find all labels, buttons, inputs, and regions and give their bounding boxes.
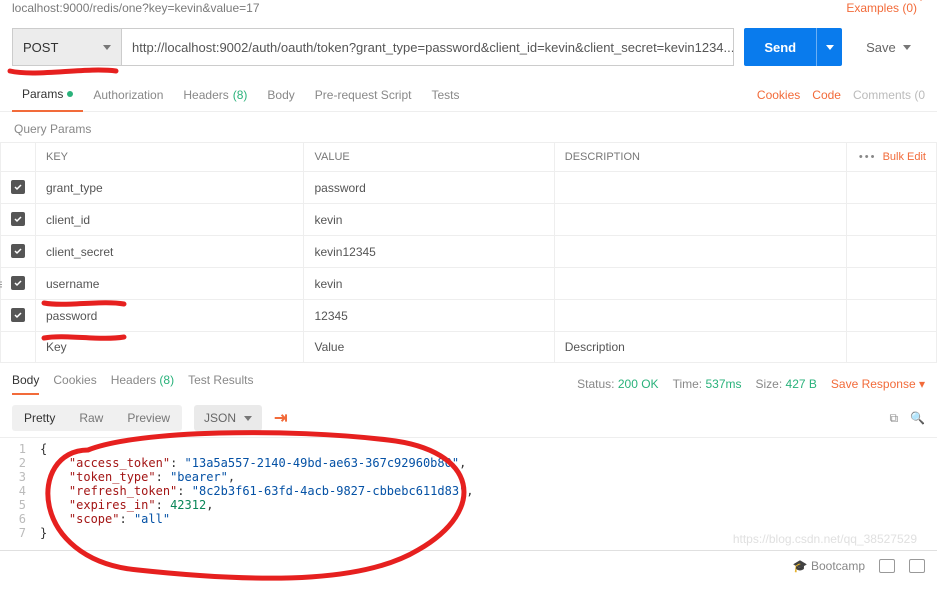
comments-link[interactable]: Comments (0 bbox=[853, 88, 925, 102]
tab-params[interactable]: Params bbox=[12, 78, 83, 112]
examples-label: Examples (0) bbox=[846, 1, 917, 15]
watermark: https://blog.csdn.net/qq_38527529 bbox=[733, 532, 917, 546]
table-row-new: Key Value Description bbox=[1, 332, 937, 363]
http-method-value: POST bbox=[23, 40, 58, 55]
query-params-title: Query Params bbox=[0, 112, 937, 142]
size-field: Size: 427 B bbox=[756, 377, 817, 391]
cell-desc[interactable] bbox=[554, 268, 846, 300]
chevron-down-icon bbox=[903, 45, 911, 50]
http-method-select[interactable]: POST bbox=[12, 28, 122, 66]
line-number: 2 bbox=[0, 456, 40, 470]
table-row: client_id kevin bbox=[1, 204, 937, 236]
chevron-down-icon bbox=[244, 416, 252, 421]
more-icon[interactable]: ••• bbox=[859, 151, 877, 163]
tab-label: Params bbox=[22, 87, 63, 101]
time-field: Time: 537ms bbox=[673, 377, 742, 391]
query-params-table: KEY VALUE DESCRIPTION ••• Bulk Edit gran… bbox=[0, 142, 937, 363]
row-checkbox[interactable] bbox=[11, 244, 25, 258]
cell-desc[interactable] bbox=[554, 172, 846, 204]
code-link[interactable]: Code bbox=[812, 88, 841, 102]
cell-value[interactable]: kevin12345 bbox=[304, 236, 554, 268]
tab-tests[interactable]: Tests bbox=[421, 78, 469, 112]
resp-tab-body[interactable]: Body bbox=[12, 373, 39, 395]
tab-label: Headers bbox=[111, 373, 156, 387]
drag-handle-icon[interactable]: ≡ bbox=[0, 276, 3, 292]
table-row: ≡ username kevin bbox=[1, 268, 937, 300]
panel-toggle-icon[interactable] bbox=[909, 559, 925, 573]
tab-body[interactable]: Body bbox=[257, 78, 304, 112]
row-checkbox[interactable] bbox=[11, 180, 25, 194]
modified-dot-icon bbox=[67, 91, 73, 97]
copy-icon[interactable]: ⧉ bbox=[889, 411, 898, 426]
key-input[interactable]: Key bbox=[36, 332, 304, 363]
url-input[interactable]: http://localhost:9002/auth/oauth/token?g… bbox=[122, 28, 734, 66]
format-label: JSON bbox=[204, 411, 236, 425]
bulk-edit-link[interactable]: Bulk Edit bbox=[883, 151, 926, 163]
count-badge: (8) bbox=[233, 88, 248, 102]
cookies-link[interactable]: Cookies bbox=[757, 88, 800, 102]
cell-desc[interactable] bbox=[554, 300, 846, 332]
send-button[interactable]: Send bbox=[744, 28, 816, 66]
response-header: Body Cookies Headers (8) Test Results St… bbox=[0, 363, 937, 395]
cell-key[interactable]: grant_type bbox=[36, 172, 304, 204]
chevron-down-icon bbox=[917, 0, 925, 15]
format-select[interactable]: JSON bbox=[194, 405, 262, 431]
cell-value[interactable]: password bbox=[304, 172, 554, 204]
tab-authorization[interactable]: Authorization bbox=[83, 78, 173, 112]
row-checkbox[interactable] bbox=[11, 308, 25, 322]
cell-desc[interactable] bbox=[554, 204, 846, 236]
row-checkbox[interactable] bbox=[11, 276, 25, 290]
tab-headers[interactable]: Headers (8) bbox=[173, 78, 257, 112]
cell-key[interactable]: password bbox=[36, 300, 304, 332]
cell-key[interactable]: username bbox=[36, 268, 304, 300]
save-button[interactable]: Save bbox=[852, 28, 925, 66]
row-checkbox[interactable] bbox=[11, 212, 25, 226]
resp-tab-headers[interactable]: Headers (8) bbox=[111, 373, 174, 395]
cell-key[interactable]: client_secret bbox=[36, 236, 304, 268]
chevron-down-icon bbox=[103, 45, 111, 50]
status-bar: 🎓 Bootcamp bbox=[0, 550, 937, 580]
count-badge: (8) bbox=[159, 373, 174, 387]
view-mode-group: Pretty Raw Preview bbox=[12, 405, 182, 431]
cell-key[interactable]: client_id bbox=[36, 204, 304, 236]
resp-tab-cookies[interactable]: Cookies bbox=[53, 373, 96, 395]
table-row: client_secret kevin12345 bbox=[1, 236, 937, 268]
send-options-button[interactable] bbox=[816, 28, 842, 66]
line-number: 1 bbox=[0, 442, 40, 456]
tab-prerequest[interactable]: Pre-request Script bbox=[305, 78, 422, 112]
examples-link[interactable]: Examples (0) bbox=[846, 1, 925, 15]
cell-value[interactable]: kevin bbox=[304, 204, 554, 236]
table-row: password 12345 bbox=[1, 300, 937, 332]
chevron-down-icon bbox=[826, 45, 834, 50]
save-label: Save bbox=[866, 40, 896, 55]
checkbox-header bbox=[1, 143, 36, 172]
view-raw[interactable]: Raw bbox=[67, 405, 115, 431]
col-value: VALUE bbox=[304, 143, 554, 172]
line-number: 5 bbox=[0, 498, 40, 512]
line-number: 3 bbox=[0, 470, 40, 484]
breadcrumb: localhost:9000/redis/one?key=kevin&value… bbox=[12, 1, 846, 15]
col-key: KEY bbox=[36, 143, 304, 172]
desc-input[interactable]: Description bbox=[554, 332, 846, 363]
status-field: Status: 200 OK bbox=[577, 377, 658, 391]
line-number: 7 bbox=[0, 526, 40, 540]
cell-value[interactable]: 12345 bbox=[304, 300, 554, 332]
tab-label: Headers bbox=[183, 88, 228, 102]
table-row: grant_type password bbox=[1, 172, 937, 204]
panel-toggle-icon[interactable] bbox=[879, 559, 895, 573]
bootcamp-link[interactable]: 🎓 Bootcamp bbox=[793, 559, 865, 573]
save-response-button[interactable]: Save Response ▾ bbox=[831, 377, 925, 391]
wrap-lines-icon[interactable]: ⇥ bbox=[274, 408, 287, 428]
cell-value[interactable]: kevin bbox=[304, 268, 554, 300]
line-number: 6 bbox=[0, 512, 40, 526]
search-icon[interactable]: 🔍 bbox=[910, 411, 925, 426]
view-preview[interactable]: Preview bbox=[115, 405, 182, 431]
line-number: 4 bbox=[0, 484, 40, 498]
resp-tab-testresults[interactable]: Test Results bbox=[188, 373, 253, 395]
cell-desc[interactable] bbox=[554, 236, 846, 268]
value-input[interactable]: Value bbox=[304, 332, 554, 363]
view-pretty[interactable]: Pretty bbox=[12, 405, 67, 431]
col-description: DESCRIPTION bbox=[554, 143, 846, 172]
request-tabs: Params Authorization Headers (8) Body Pr… bbox=[0, 78, 937, 112]
